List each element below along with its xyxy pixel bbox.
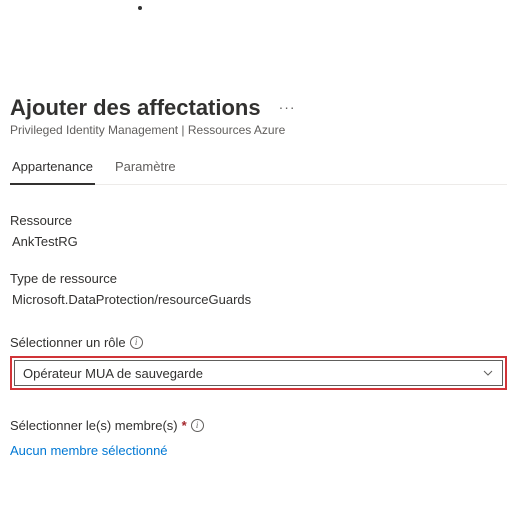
select-members-link[interactable]: Aucun membre sélectionné [10, 443, 168, 458]
resource-type-label: Type de ressource [10, 271, 507, 286]
select-members-label-text: Sélectionner le(s) membre(s) [10, 418, 178, 433]
info-icon[interactable]: i [130, 336, 143, 349]
select-members-label: Sélectionner le(s) membre(s) * i [10, 418, 507, 433]
decorative-dot [138, 6, 142, 10]
resource-value: AnkTestRG [10, 234, 507, 249]
more-actions-icon[interactable]: ··· [279, 99, 296, 117]
tab-setting[interactable]: Paramètre [113, 151, 178, 184]
select-role-value: Opérateur MUA de sauvegarde [23, 366, 203, 381]
select-role-section: Sélectionner un rôle i Opérateur MUA de … [10, 335, 507, 390]
resource-section: Ressource AnkTestRG [10, 213, 507, 249]
select-role-label-text: Sélectionner un rôle [10, 335, 126, 350]
page-title: Ajouter des affectations [10, 95, 261, 121]
resource-type-value: Microsoft.DataProtection/resourceGuards [10, 292, 507, 307]
page-header: Ajouter des affectations ··· Privileged … [10, 95, 507, 137]
select-role-dropdown[interactable]: Opérateur MUA de sauvegarde [14, 360, 503, 386]
select-role-label: Sélectionner un rôle i [10, 335, 507, 350]
resource-type-section: Type de ressource Microsoft.DataProtecti… [10, 271, 507, 307]
tab-bar: Appartenance Paramètre [10, 151, 507, 185]
tab-membership[interactable]: Appartenance [10, 151, 95, 184]
required-asterisk: * [182, 418, 187, 433]
select-members-section: Sélectionner le(s) membre(s) * i Aucun m… [10, 418, 507, 458]
resource-label: Ressource [10, 213, 507, 228]
breadcrumb: Privileged Identity Management | Ressour… [10, 123, 507, 137]
chevron-down-icon [482, 367, 494, 379]
select-role-highlight: Opérateur MUA de sauvegarde [10, 356, 507, 390]
info-icon[interactable]: i [191, 419, 204, 432]
